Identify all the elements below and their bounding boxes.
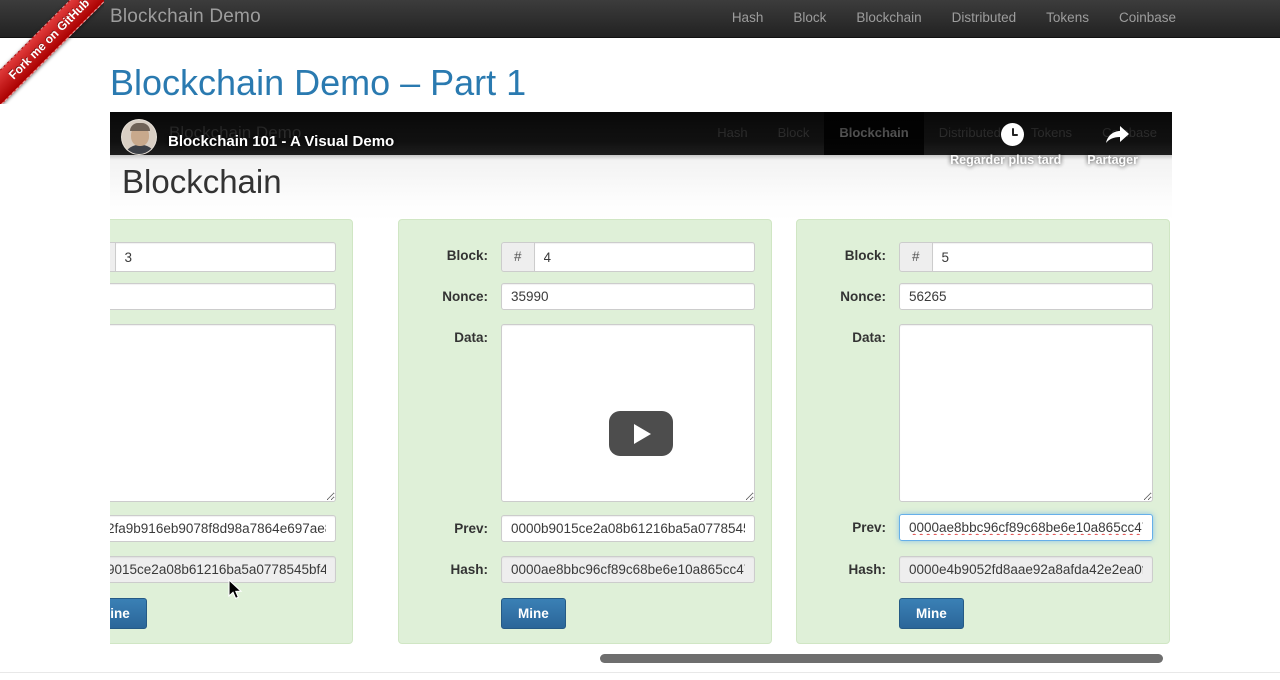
demo-navbar: Blockchain Demo Hash Block Blockchain Di… — [110, 112, 1172, 155]
site-nav-link-distributed[interactable]: Distributed — [952, 10, 1017, 25]
site-nav-link-tokens[interactable]: Tokens — [1046, 10, 1089, 25]
site-nav-links: Hash Block Blockchain Distributed Tokens… — [732, 10, 1176, 25]
demo-nav-link-blockchain[interactable]: Blockchain — [824, 112, 923, 155]
hash-input-4 — [501, 556, 755, 583]
site-nav-link-coinbase[interactable]: Coinbase — [1119, 10, 1176, 25]
embedded-demo-frame: Blockchain Demo Hash Block Blockchain Di… — [110, 112, 1172, 647]
demo-nav-link-distributed[interactable]: Distributed — [924, 112, 1016, 155]
block-label-4: Block: — [399, 242, 501, 270]
block-number-input-3[interactable] — [115, 242, 336, 272]
data-label-5: Data: — [797, 324, 899, 352]
demo-nav-links: Hash Block Blockchain Distributed Tokens… — [702, 112, 1172, 155]
mine-button-4[interactable]: Mine — [501, 598, 566, 629]
site-navbar: Blockchain Demo Hash Block Blockchain Di… — [0, 0, 1280, 38]
data-textarea-4[interactable] — [501, 324, 755, 502]
demo-nav-link-coinbase[interactable]: Coinbase — [1087, 112, 1172, 155]
hash-input-3 — [110, 556, 336, 583]
page-title: Blockchain Demo – Part 1 — [110, 62, 526, 104]
data-textarea-5[interactable] — [899, 324, 1153, 502]
data-label-4: Data: — [399, 324, 501, 352]
demo-nav-link-tokens[interactable]: Tokens — [1016, 112, 1087, 155]
nonce-input-5[interactable] — [899, 283, 1153, 310]
prev-hash-input-5[interactable] — [899, 514, 1153, 541]
prev-label-4: Prev: — [399, 515, 501, 543]
block-card-4: Block: # Nonce: Data: — [398, 219, 772, 644]
demo-brand[interactable]: Blockchain Demo — [169, 123, 301, 143]
hash-input-5 — [899, 556, 1153, 583]
viewport-bottom-divider — [0, 672, 1280, 673]
block-card-5: Block: # Nonce: Data: — [796, 219, 1170, 644]
site-brand[interactable]: Blockchain Demo — [110, 6, 261, 28]
nonce-input-3[interactable] — [110, 283, 336, 310]
hash-addon-3: # — [110, 242, 115, 272]
site-nav-link-block[interactable]: Block — [793, 10, 826, 25]
horizontal-scrollbar-thumb[interactable] — [600, 654, 1163, 663]
block-number-input-5[interactable] — [932, 242, 1153, 272]
nonce-input-4[interactable] — [501, 283, 755, 310]
block-number-input-4[interactable] — [534, 242, 755, 272]
data-textarea-3[interactable] — [110, 324, 336, 502]
block-label-5: Block: — [797, 242, 899, 270]
hash-addon-5: # — [899, 242, 932, 272]
demo-header-strip: Blockchain — [110, 155, 1172, 222]
blockchain-card-row: Block: # Nonce: Data: — [110, 219, 1172, 647]
hash-label-5: Hash: — [797, 556, 899, 584]
demo-nav-link-hash[interactable]: Hash — [702, 112, 762, 155]
demo-page-heading: Blockchain — [122, 163, 282, 201]
mine-button-3[interactable]: Mine — [110, 598, 147, 629]
demo-nav-link-block[interactable]: Block — [763, 112, 825, 155]
prev-label-5: Prev: — [797, 514, 899, 542]
hash-addon-4: # — [501, 242, 534, 272]
nonce-label-4: Nonce: — [399, 283, 501, 311]
site-nav-link-blockchain[interactable]: Blockchain — [856, 10, 921, 25]
hash-label-4: Hash: — [399, 556, 501, 584]
mouse-cursor — [228, 579, 243, 606]
site-nav-link-hash[interactable]: Hash — [732, 10, 764, 25]
mine-button-5[interactable]: Mine — [899, 598, 964, 629]
prev-hash-input-3[interactable] — [110, 515, 336, 542]
nonce-label-5: Nonce: — [797, 283, 899, 311]
prev-hash-input-4[interactable] — [501, 515, 755, 542]
